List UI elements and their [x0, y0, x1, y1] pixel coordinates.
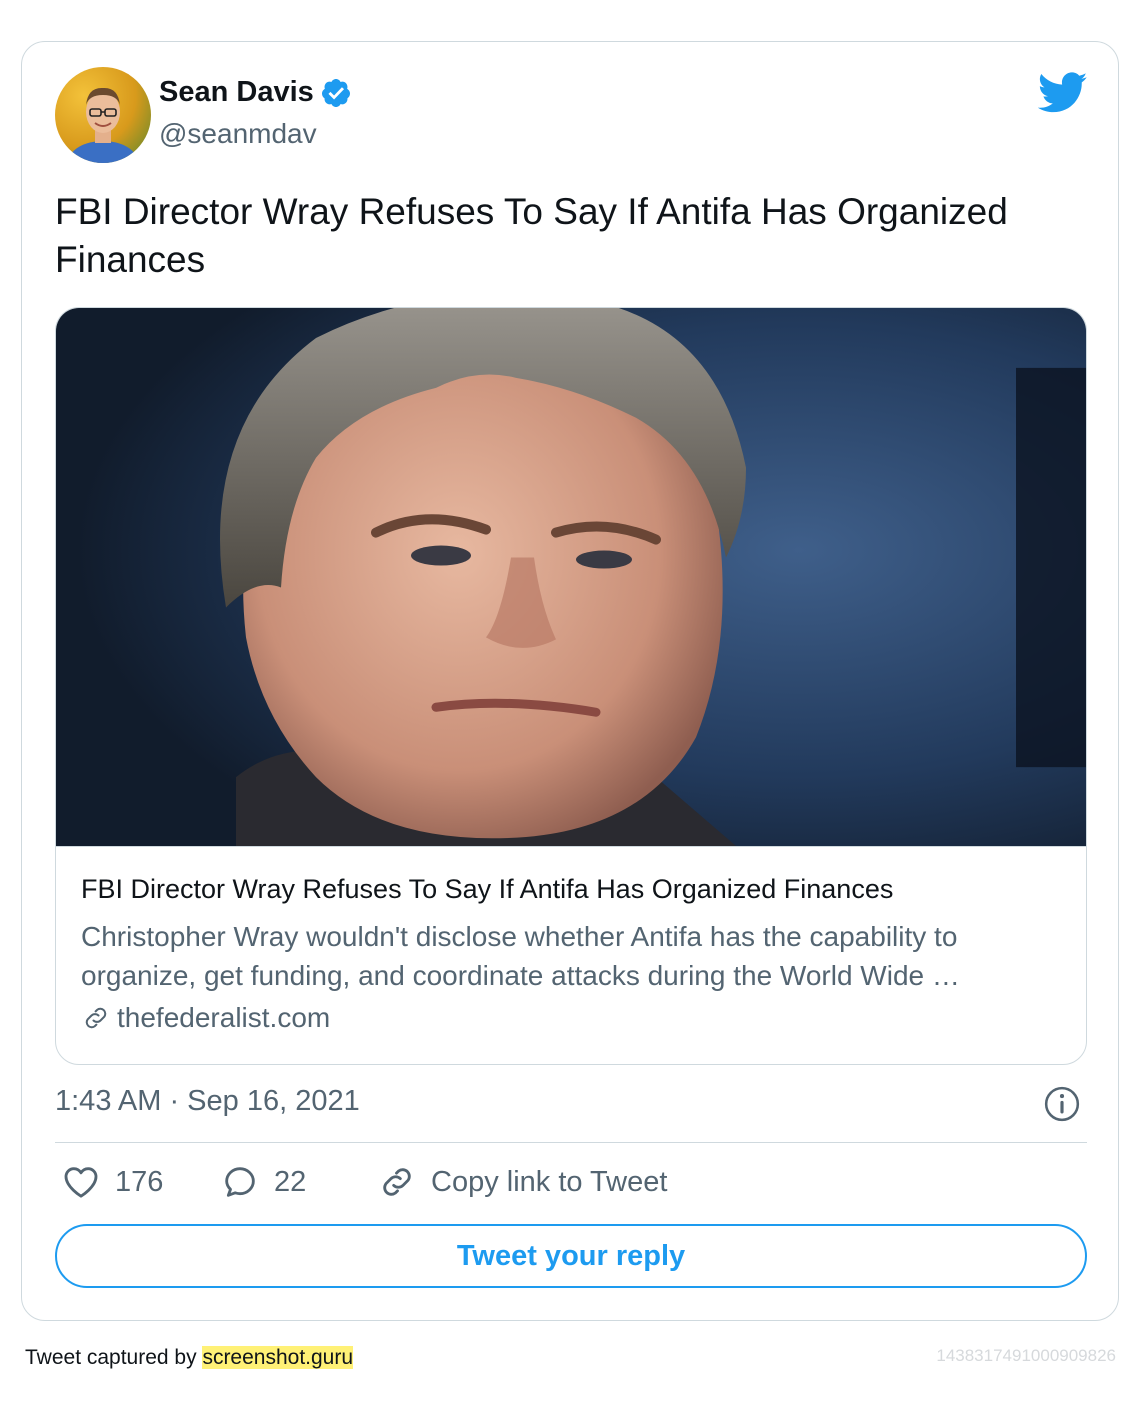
verified-badge-icon — [321, 78, 350, 107]
copy-link-button[interactable]: Copy link to Tweet — [377, 1162, 667, 1202]
link-domain-row[interactable]: thefederalist.com — [81, 1002, 330, 1034]
link-domain: thefederalist.com — [117, 1002, 331, 1033]
avatar-photo-icon — [55, 67, 151, 163]
reply-bubble-icon — [225, 1167, 255, 1197]
like-button[interactable]: 176 — [61, 1162, 163, 1202]
tweet-your-reply-button[interactable]: Tweet your reply — [55, 1224, 1087, 1288]
footer-site-link[interactable]: screenshot.guru — [202, 1346, 354, 1369]
heart-icon — [64, 1167, 98, 1198]
link-icon — [383, 1168, 411, 1196]
tweet-card: Sean Davis @seanmdav FBI Director Wray R… — [21, 41, 1119, 1321]
avatar[interactable] — [55, 67, 151, 163]
reply-count-button[interactable]: 22 — [220, 1162, 306, 1202]
author-handle[interactable]: @seanmdav — [159, 118, 317, 150]
like-count: 176 — [115, 1165, 164, 1198]
copy-link-label: Copy link to Tweet — [431, 1165, 668, 1198]
link-description: Christopher Wray wouldn't disclose wheth… — [81, 921, 960, 991]
twitter-bird-icon[interactable] — [1038, 72, 1088, 114]
tweet-id: 1438317491000909826 — [936, 1346, 1116, 1365]
reply-count: 22 — [274, 1165, 307, 1198]
link-icon — [85, 1007, 107, 1029]
tweet-timestamp[interactable]: 1:43 AM · Sep 16, 2021 — [55, 1085, 360, 1118]
footer-prefix: Tweet captured by — [25, 1346, 203, 1369]
article-photo-icon — [56, 308, 1086, 847]
divider — [55, 1142, 1087, 1143]
author-name-row[interactable]: Sean Davis — [159, 76, 352, 109]
tweet-text: FBI Director Wray Refuses To Say If Anti… — [55, 191, 1008, 280]
link-preview-card[interactable]: FBI Director Wray Refuses To Say If Anti… — [55, 307, 1087, 1065]
info-icon[interactable] — [1043, 1085, 1081, 1123]
footer-credit: Tweet captured by screenshot.guru — [25, 1346, 354, 1370]
action-bar: 176 22 Copy link to Tweet — [55, 1162, 1087, 1208]
author-name[interactable]: Sean Davis — [159, 76, 314, 109]
link-title[interactable]: FBI Director Wray Refuses To Say If Anti… — [81, 874, 893, 905]
